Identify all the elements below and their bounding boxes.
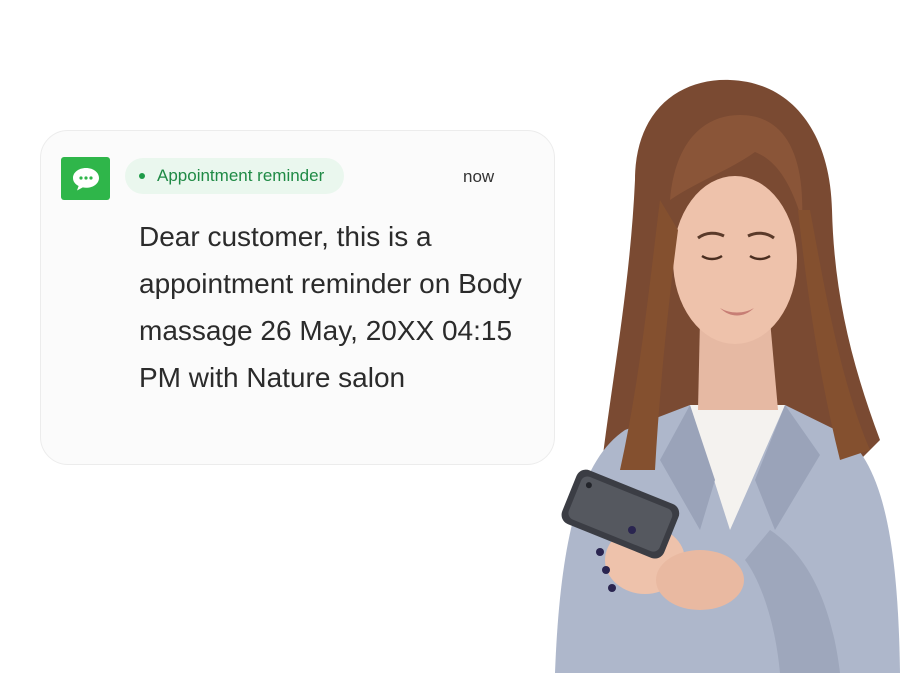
- notification-time: now: [463, 167, 495, 186]
- stage: Appointment reminder now Dear customer, …: [0, 0, 900, 673]
- woman-using-smartphone-photo: [555, 79, 900, 673]
- status-dot-icon: [139, 173, 145, 179]
- message-bubble-icon: [61, 157, 110, 200]
- reminder-badge: Appointment reminder: [125, 158, 345, 194]
- badge-label: Appointment reminder: [157, 166, 325, 185]
- notification-message: Dear customer, this is a appointment rem…: [139, 221, 522, 393]
- notification-card[interactable]: Appointment reminder now Dear customer, …: [40, 130, 555, 465]
